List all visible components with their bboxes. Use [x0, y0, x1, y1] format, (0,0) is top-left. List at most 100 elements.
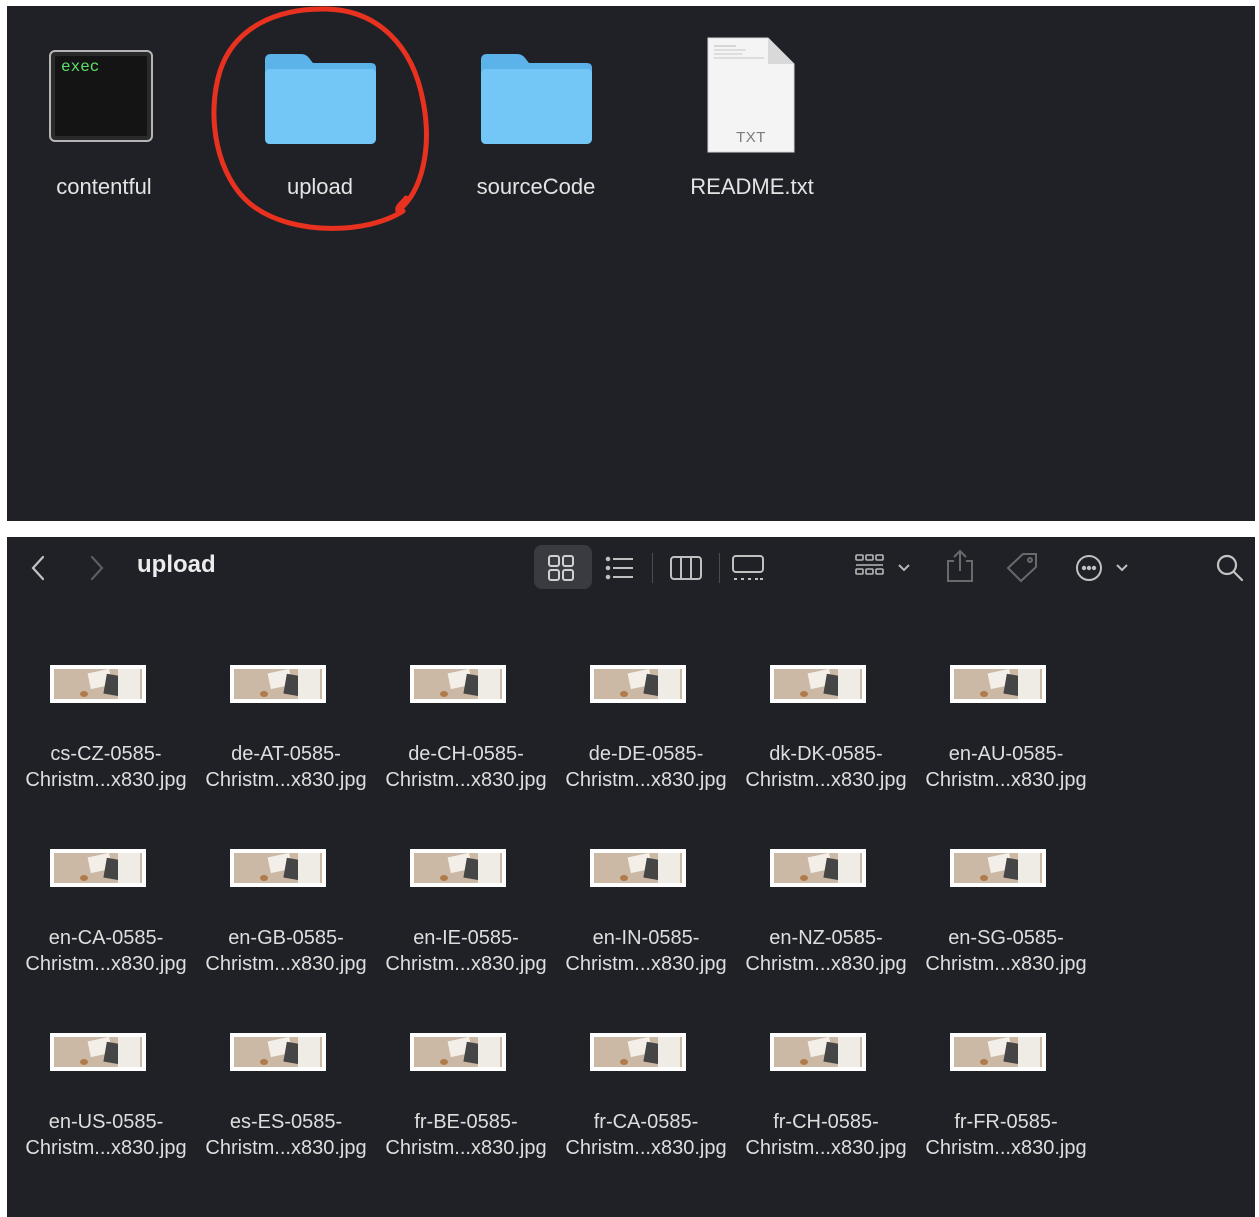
file-name-line2: Christm...x830.jpg [925, 769, 1087, 791]
toolbar-divider [652, 553, 653, 583]
image-thumbnail [590, 1033, 686, 1071]
file-name-line2: Christm...x830.jpg [565, 953, 727, 975]
file-label: upload [286, 174, 354, 199]
list-view-icon[interactable] [605, 554, 635, 582]
file-name-line2: Christm...x830.jpg [745, 953, 907, 975]
file-name-line2: Christm...x830.jpg [385, 769, 547, 791]
file-name-line2: Christm...x830.jpg [925, 1137, 1087, 1159]
file-name: en-NZ-0585- Christm...x830.jpg [736, 925, 916, 977]
tag-icon[interactable] [1005, 551, 1039, 583]
more-actions-icon[interactable] [1075, 553, 1135, 583]
file-name-line1: en-CA-0585- [48, 927, 164, 949]
file-name-line2: Christm...x830.jpg [205, 1137, 367, 1159]
group-icon[interactable] [855, 553, 917, 583]
file-name: en-IE-0585- Christm...x830.jpg [376, 925, 556, 977]
file-label: contentful [56, 174, 152, 199]
file-name: en-IN-0585- Christm...x830.jpg [556, 925, 736, 977]
file-name-line1: de-CH-0585- [408, 743, 524, 765]
window-title: upload [137, 551, 216, 578]
file-name-line1: de-AT-0585- [231, 743, 341, 765]
desktop-folder-panel: exec contentful upload sourceCode TXT RE… [7, 6, 1255, 521]
image-thumbnail [590, 665, 686, 703]
file-name: fr-CH-0585- Christm...x830.jpg [736, 1109, 916, 1161]
image-thumbnail [590, 849, 686, 887]
folder-icon [265, 54, 376, 144]
image-thumbnail [410, 1033, 506, 1071]
image-thumbnail [50, 849, 146, 887]
file-label: sourceCode [476, 174, 596, 199]
file-name-line1: fr-CA-0585- [593, 1111, 699, 1133]
file-name-line2: Christm...x830.jpg [565, 769, 727, 791]
image-thumbnail [230, 849, 326, 887]
image-thumbnail [230, 665, 326, 703]
image-thumbnail [950, 1033, 1046, 1071]
image-thumbnail [950, 665, 1046, 703]
file-name-line2: Christm...x830.jpg [25, 1137, 187, 1159]
forward-icon[interactable] [87, 553, 107, 583]
file-name-line2: Christm...x830.jpg [565, 1137, 727, 1159]
file-name-line2: Christm...x830.jpg [385, 953, 547, 975]
file-name-line2: Christm...x830.jpg [25, 953, 187, 975]
file-readme[interactable]: TXT README.txt [652, 36, 852, 200]
back-icon[interactable] [29, 553, 49, 583]
file-name: fr-BE-0585- Christm...x830.jpg [376, 1109, 556, 1161]
image-thumbnail [770, 665, 866, 703]
file-name-line2: Christm...x830.jpg [205, 769, 367, 791]
search-icon[interactable] [1215, 553, 1245, 583]
file-name: dk-DK-0585- Christm...x830.jpg [736, 741, 916, 793]
file-name: fr-CA-0585- Christm...x830.jpg [556, 1109, 736, 1161]
file-name: de-DE-0585- Christm...x830.jpg [556, 741, 736, 793]
image-thumbnail [230, 1033, 326, 1071]
file-name-line2: Christm...x830.jpg [745, 769, 907, 791]
file-name-line1: es-ES-0585- [229, 1111, 343, 1133]
terminal-exec-icon: exec [49, 50, 153, 142]
toolbar-divider [719, 553, 720, 583]
file-name-line2: Christm...x830.jpg [925, 953, 1087, 975]
file-name-line1: fr-BE-0585- [414, 1111, 518, 1133]
file-name-line2: Christm...x830.jpg [385, 1137, 547, 1159]
file-name: en-AU-0585- Christm...x830.jpg [916, 741, 1096, 793]
folder-upload[interactable]: upload [220, 36, 420, 200]
share-icon[interactable] [945, 549, 975, 583]
file-name: en-US-0585- Christm...x830.jpg [16, 1109, 196, 1161]
file-name-line1: dk-DK-0585- [769, 743, 883, 765]
file-name-line1: en-US-0585- [48, 1111, 164, 1133]
file-name: de-AT-0585- Christm...x830.jpg [196, 741, 376, 793]
file-name-line1: de-DE-0585- [588, 743, 704, 765]
text-document-icon: TXT [706, 36, 796, 154]
image-thumbnail [770, 849, 866, 887]
toolbar: upload [7, 537, 1255, 599]
gallery-view-icon[interactable] [731, 554, 765, 584]
file-name-line1: en-NZ-0585- [769, 927, 883, 949]
file-name-line1: cs-CZ-0585- [50, 743, 162, 765]
file-name: fr-FR-0585- Christm...x830.jpg [916, 1109, 1096, 1161]
image-thumbnail [410, 665, 506, 703]
file-name-line1: en-IE-0585- [413, 927, 519, 949]
file-name-line1: fr-FR-0585- [954, 1111, 1058, 1133]
image-thumbnail [770, 1033, 866, 1071]
file-name-line2: Christm...x830.jpg [205, 953, 367, 975]
file-label: README.txt [690, 174, 814, 199]
finder-window: upload cs-CZ-0585- Christm...x830.jpg de… [7, 537, 1255, 1217]
file-name-line1: en-IN-0585- [592, 927, 700, 949]
folder-icon [481, 54, 592, 144]
file-name: de-CH-0585- Christm...x830.jpg [376, 741, 556, 793]
icon-view-icon[interactable] [547, 554, 575, 582]
folder-sourcecode[interactable]: sourceCode [436, 36, 636, 200]
file-name: en-GB-0585- Christm...x830.jpg [196, 925, 376, 977]
file-name: en-SG-0585- Christm...x830.jpg [916, 925, 1096, 977]
file-name-line1: en-SG-0585- [948, 927, 1064, 949]
file-name: es-ES-0585- Christm...x830.jpg [196, 1109, 376, 1161]
file-name: cs-CZ-0585- Christm...x830.jpg [16, 741, 196, 793]
file-contentful[interactable]: exec contentful [7, 36, 204, 200]
file-name-line2: Christm...x830.jpg [745, 1137, 907, 1159]
file-name-line1: en-GB-0585- [228, 927, 344, 949]
image-thumbnail [50, 1033, 146, 1071]
image-thumbnail [950, 849, 1046, 887]
file-name-line2: Christm...x830.jpg [25, 769, 187, 791]
image-thumbnail [410, 849, 506, 887]
file-name-line1: en-AU-0585- [948, 743, 1064, 765]
image-thumbnail [50, 665, 146, 703]
file-name: en-CA-0585- Christm...x830.jpg [16, 925, 196, 977]
column-view-icon[interactable] [669, 554, 703, 582]
